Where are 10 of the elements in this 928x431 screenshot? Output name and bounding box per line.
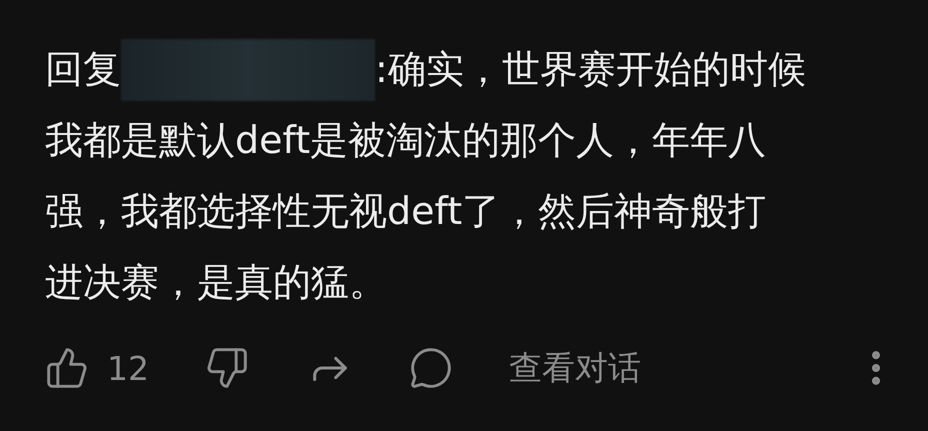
view-conversation-link[interactable]: 查看对话 <box>509 346 641 390</box>
comment-text: 强，我都选择性无视deft了，然后神奇般打 <box>45 188 766 235</box>
thumbs-down-icon[interactable] <box>205 346 249 390</box>
like-count: 12 <box>107 348 149 388</box>
reply-label: 回复 <box>45 46 121 93</box>
comment-text: 我都是默认deft是被淘汰的那个人，年年八 <box>45 117 766 164</box>
comment-text: 进决赛，是真的猛。 <box>45 259 387 306</box>
thumbs-up-icon[interactable] <box>45 346 89 390</box>
comment-icon[interactable] <box>409 346 453 390</box>
comment-text: :确实，世界赛开始的时候 <box>375 46 806 93</box>
